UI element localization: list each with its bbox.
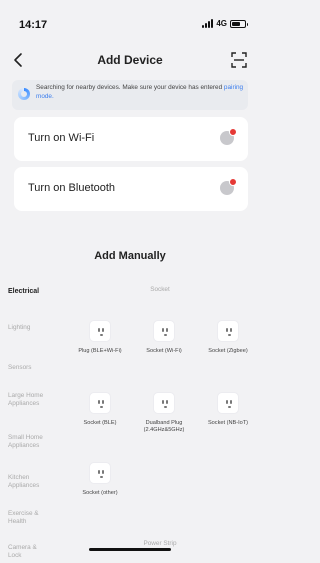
category-sensors[interactable]: Sensors [8, 364, 62, 372]
device-tile[interactable]: Socket (Zigbee) [198, 320, 258, 355]
device-name: Socket (NB-IoT) [207, 420, 249, 426]
bluetooth-off-icon [220, 178, 237, 195]
subcategory-socket: Socket [150, 286, 170, 293]
device-name: Socket (other) [82, 490, 118, 496]
category-kitchen-appliances[interactable]: Kitchen Appliances [8, 474, 52, 490]
device-name: Dualband Plug (2.4GHz&5GHz) [143, 420, 185, 433]
turn-on-bluetooth-card[interactable]: Turn on Bluetooth [14, 167, 248, 211]
device-tile[interactable]: Socket (other) [70, 462, 130, 497]
device-tile[interactable]: Socket (BLE) [70, 392, 130, 427]
searching-text: Searching for nearby devices. Make sure … [36, 84, 223, 91]
category-electrical[interactable]: Electrical [8, 288, 62, 296]
category-lighting[interactable]: Lighting [8, 324, 62, 332]
alert-dot-icon [229, 128, 237, 136]
add-manually-title: Add Manually [94, 250, 166, 262]
device-name: Plug (BLE+Wi-Fi) [78, 348, 122, 354]
device-name: Socket (BLE) [83, 420, 117, 426]
page-title: Add Device [97, 53, 163, 67]
device-tile[interactable]: Plug (BLE+Wi-Fi) [70, 320, 130, 355]
wifi-label: Turn on Wi-Fi [28, 132, 95, 144]
status-bar: 14:17 4G [0, 0, 260, 44]
searching-message: Searching for nearby devices. Make sure … [36, 84, 244, 101]
bluetooth-label: Turn on Bluetooth [28, 182, 116, 194]
signal-icon [202, 19, 214, 28]
network-type: 4G [216, 19, 227, 28]
device-name: Socket (Zigbee) [208, 348, 248, 354]
socket-icon [89, 392, 111, 414]
category-exercise-health[interactable]: Exercise & Health [8, 510, 48, 526]
device-tile[interactable]: Dualband Plug (2.4GHz&5GHz) [134, 392, 194, 434]
loading-spinner-icon [18, 88, 30, 100]
battery-icon [230, 19, 248, 28]
subcategory-power-strip: Power Strip [143, 540, 177, 547]
socket-icon [217, 320, 239, 342]
status-indicators: 4G [202, 19, 248, 28]
home-indicator[interactable] [89, 548, 171, 551]
scan-icon [231, 52, 247, 68]
device-tile[interactable]: Socket (NB-IoT) [198, 392, 258, 427]
category-camera-lock[interactable]: Camera & Lock [8, 544, 48, 560]
wifi-off-icon [220, 128, 237, 145]
alert-dot-icon [229, 178, 237, 186]
device-tile[interactable]: Socket (Wi-Fi) [134, 320, 194, 355]
device-name: Socket (Wi-Fi) [146, 348, 182, 354]
searching-banner: Searching for nearby devices. Make sure … [12, 80, 248, 110]
category-large-home-appliances[interactable]: Large Home Appliances [8, 392, 48, 408]
turn-on-wifi-card[interactable]: Turn on Wi-Fi [14, 117, 248, 161]
category-small-home-appliances[interactable]: Small Home Appliances [8, 434, 56, 450]
socket-icon [217, 392, 239, 414]
socket-icon [153, 392, 175, 414]
nav-bar: Add Device [0, 44, 260, 76]
scan-button[interactable] [230, 51, 248, 69]
socket-icon [153, 320, 175, 342]
socket-icon [89, 462, 111, 484]
status-time: 14:17 [19, 19, 48, 31]
socket-icon [89, 320, 111, 342]
